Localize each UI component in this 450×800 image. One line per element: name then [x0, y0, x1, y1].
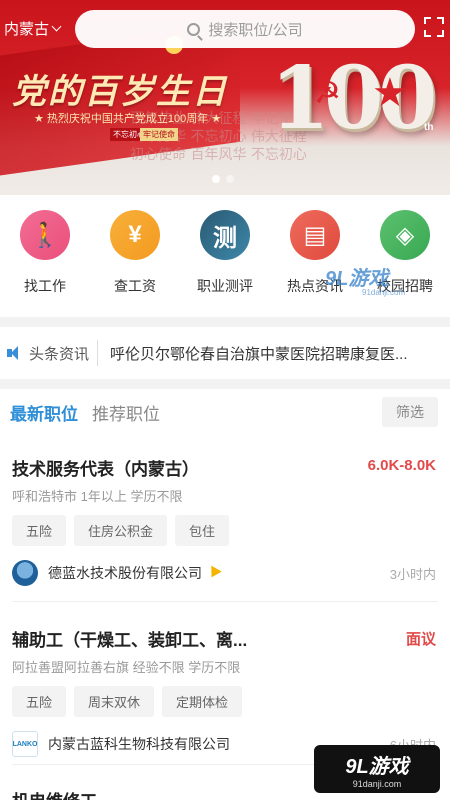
- jobs-tabs: 最新职位 推荐职位 筛选: [0, 389, 450, 435]
- search-placeholder: 搜索职位/公司: [208, 21, 303, 39]
- news-tag: 头条资讯: [29, 345, 90, 363]
- verified-badge-icon: [206, 565, 222, 581]
- banner-suffix: th: [424, 122, 434, 133]
- job-card[interactable]: 辅助工（干燥工、装卸工、离... 面议 阿拉善盟阿拉善右旗 经验不限 学历不限 …: [0, 602, 450, 764]
- job-meta: 阿拉善盟阿拉善右旗 经验不限 学历不限: [12, 660, 241, 675]
- divider: [97, 340, 99, 366]
- company-logo: [12, 560, 38, 586]
- yuan-coin-icon: ¥: [110, 210, 160, 260]
- search-icon: [187, 22, 201, 36]
- category-label: 找工作: [24, 278, 66, 294]
- star-icon: ★: [372, 71, 408, 115]
- carousel-dot[interactable]: [212, 175, 220, 183]
- site-watermark-soft: 9L游戏: [325, 268, 389, 290]
- speaker-icon: [7, 345, 23, 361]
- post-time: 3小时内: [389, 566, 436, 582]
- city-label: 内蒙古: [4, 21, 50, 38]
- watermark-main: 9L游戏: [345, 755, 409, 778]
- job-tag: 五险: [12, 515, 67, 546]
- company-name: 德蓝水技术股份有限公司: [48, 565, 202, 581]
- job-tag: 定期体检: [162, 686, 243, 717]
- news-headline[interactable]: 呼伦贝尔鄂伦春自治旗中蒙医院招聘康复医...: [110, 343, 440, 364]
- company-row[interactable]: 德蓝水技术股份有限公司 3小时内: [12, 558, 438, 588]
- category-campus-recruit[interactable]: ◈ 校园招聘: [360, 195, 450, 317]
- job-tag: 周末双休: [74, 686, 155, 717]
- category-label: 查工资: [114, 278, 156, 294]
- filter-button[interactable]: 筛选: [382, 397, 438, 427]
- wifi-book-icon: ◈: [380, 210, 430, 260]
- job-tag: 住房公积金: [74, 515, 168, 546]
- job-tags: 五险 周末双休 定期体检: [12, 686, 438, 717]
- jobs-section: 最新职位 推荐职位 筛选 技术服务代表（内蒙古） 6.0K-8.0K 呼和浩特市…: [0, 389, 450, 800]
- job-card[interactable]: 技术服务代表（内蒙古） 6.0K-8.0K 呼和浩特市 1年以上 学历不限 五险…: [0, 435, 450, 601]
- site-watermark-soft-url: 91danji.com: [362, 288, 406, 297]
- site-watermark: 9L游戏 91danji.com: [314, 745, 440, 793]
- watermark-site: 91danji.com: [352, 778, 402, 789]
- company-name: 内蒙古蓝科生物科技有限公司: [48, 736, 230, 752]
- hammer-sickle-icon: ☭: [314, 77, 341, 110]
- category-career-assessment[interactable]: 测 职业测评: [180, 195, 270, 317]
- category-check-salary[interactable]: ¥ 查工资: [90, 195, 180, 317]
- carousel-dot[interactable]: [226, 175, 234, 183]
- clapperboard-icon: ▤: [290, 210, 340, 260]
- job-salary: 面议: [405, 631, 436, 648]
- banner-mini-label-b: 牢记使命: [140, 128, 178, 141]
- scan-icon[interactable]: [424, 17, 444, 37]
- assessment-icon: 测: [200, 210, 250, 260]
- chevron-down-icon: [51, 21, 62, 32]
- category-hot-news[interactable]: ▤ 热点资讯: [270, 195, 360, 317]
- category-grid: 🚶 找工作 ¥ 查工资 测 职业测评 ▤ 热点资讯 ◈ 校园招聘: [0, 195, 450, 317]
- job-salary: 6.0K-8.0K: [367, 457, 436, 474]
- search-bar[interactable]: 搜索职位/公司: [75, 10, 415, 48]
- headline-news-bar[interactable]: 头条资讯 呼伦贝尔鄂伦春自治旗中蒙医院招聘康复医...: [0, 327, 450, 379]
- walking-person-icon: 🚶: [20, 210, 70, 260]
- job-tag: 五险: [12, 686, 67, 717]
- tab-recommended-jobs[interactable]: 推荐职位: [92, 400, 160, 425]
- city-selector[interactable]: 内蒙古: [4, 18, 62, 39]
- category-find-job[interactable]: 🚶 找工作: [0, 195, 90, 317]
- carousel-indicator: [212, 175, 234, 183]
- category-label: 职业测评: [197, 278, 253, 294]
- job-tag: 包住: [175, 515, 230, 546]
- job-title: 辅助工（干燥工、装卸工、离...: [12, 631, 248, 650]
- tab-latest-jobs[interactable]: 最新职位: [10, 400, 78, 425]
- job-tags: 五险 住房公积金 包住: [12, 515, 438, 546]
- banner-headline: 党的百岁生日: [12, 72, 228, 112]
- banner-subline: ★ 热烈庆祝中国共产党成立100周年 ★: [34, 113, 222, 125]
- company-logo: LANKO: [12, 731, 38, 757]
- job-meta: 呼和浩特市 1年以上 学历不限: [12, 489, 183, 504]
